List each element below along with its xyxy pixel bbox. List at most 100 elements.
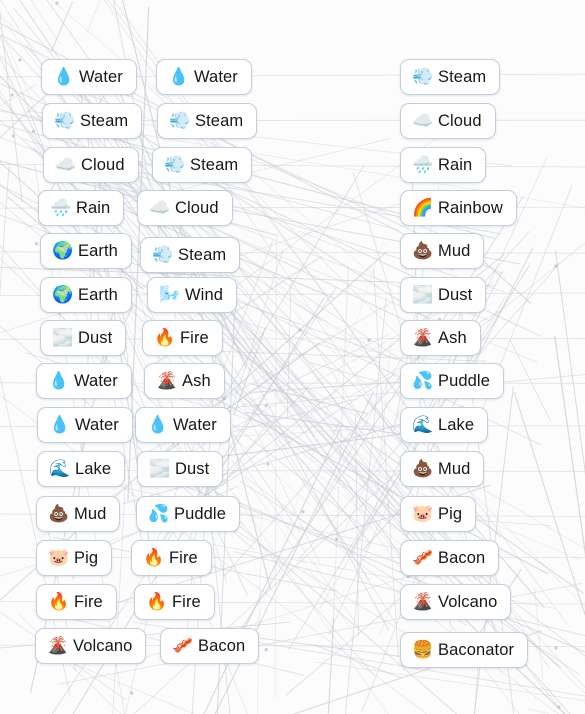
element-card-label: Volcano [438, 592, 498, 611]
element-card-cloud[interactable]: ☁️ Cloud [137, 190, 233, 226]
cloud-icon: ☁️ [412, 110, 434, 131]
element-card-steam[interactable]: 💨 Steam [152, 147, 253, 183]
element-card-label: Fire [74, 592, 103, 611]
mud-icon: 💩 [412, 240, 434, 261]
element-card-label: Dust [438, 285, 473, 304]
element-card-puddle[interactable]: 💦 Puddle [136, 496, 240, 532]
element-card-rainbow[interactable]: 🌈 Rainbow [400, 190, 517, 226]
element-card-label: Lake [75, 459, 112, 478]
element-card-label: Steam [438, 67, 487, 86]
element-card-pig[interactable]: 🐷 Pig [400, 496, 477, 532]
puddle-icon: 💦 [148, 503, 170, 524]
cloud-icon: ☁️ [55, 154, 77, 175]
element-card-dust[interactable]: 🌫️ Dust [400, 277, 487, 313]
element-card-fire[interactable]: 🔥 Fire [36, 584, 117, 620]
element-card-label: Puddle [438, 371, 490, 390]
element-card-label: Cloud [81, 155, 125, 174]
element-card-water[interactable]: 💧 Water [41, 59, 137, 95]
element-card-water[interactable]: 💧 Water [156, 59, 252, 95]
element-card-volcano[interactable]: 🌋 Volcano [35, 628, 147, 664]
element-card-label: Rain [438, 155, 473, 174]
element-card-rain[interactable]: 🌧️ Rain [38, 190, 125, 226]
element-card-label: Rain [76, 198, 111, 217]
element-card-label: Baconator [438, 640, 515, 659]
element-card-label: Bacon [198, 636, 246, 655]
element-card-label: Water [173, 415, 217, 434]
element-card-bacon[interactable]: 🥓 Bacon [400, 540, 500, 576]
element-card-mud[interactable]: 💩 Mud [36, 496, 121, 532]
fire-icon: 🔥 [48, 591, 70, 612]
element-card-puddle[interactable]: 💦 Puddle [400, 363, 504, 399]
element-card-label: Cloud [438, 111, 482, 130]
rain-cloud-icon: 🌧️ [50, 197, 72, 218]
element-card-label: Earth [78, 285, 118, 304]
volcano-icon: 🌋 [412, 327, 434, 348]
element-card-mud[interactable]: 💩 Mud [400, 233, 485, 269]
fire-icon: 🔥 [154, 327, 176, 348]
element-card-label: Pig [74, 548, 99, 567]
element-card-fire[interactable]: 🔥 Fire [142, 320, 223, 356]
volcano-icon: 🌋 [47, 635, 69, 656]
element-card-steam[interactable]: 💨 Steam [157, 103, 258, 139]
element-card-lake[interactable]: 🌊 Lake [400, 407, 489, 443]
element-card-earth[interactable]: 🌍 Earth [40, 233, 132, 269]
earth-globe-icon: 🌍 [52, 240, 74, 261]
element-card-fire[interactable]: 🔥 Fire [131, 540, 212, 576]
dust-icon: 🌫️ [149, 458, 171, 479]
element-card-dust[interactable]: 🌫️ Dust [137, 451, 224, 487]
element-card-water[interactable]: 💧 Water [135, 407, 231, 443]
water-droplet-icon: 💧 [48, 370, 70, 391]
element-card-pig[interactable]: 🐷 Pig [36, 540, 113, 576]
element-card-label: Lake [438, 415, 475, 434]
element-card-label: Water [75, 415, 119, 434]
element-card-steam[interactable]: 💨 Steam [400, 59, 501, 95]
element-card-label: Wind [185, 285, 223, 304]
element-card-ash[interactable]: 🌋 Ash [144, 363, 225, 399]
element-card-label: Steam [190, 155, 239, 174]
element-card-label: Volcano [73, 636, 133, 655]
element-card-label: Water [74, 371, 118, 390]
element-card-label: Steam [195, 111, 244, 130]
element-card-label: Fire [172, 592, 201, 611]
element-card-steam[interactable]: 💨 Steam [140, 237, 241, 273]
element-card-rain[interactable]: 🌧️ Rain [400, 147, 487, 183]
pig-face-icon: 🐷 [48, 547, 70, 568]
element-card-lake[interactable]: 🌊 Lake [37, 451, 126, 487]
fire-icon: 🔥 [143, 547, 165, 568]
element-card-label: Mud [438, 241, 471, 260]
water-droplet-icon: 💧 [147, 414, 169, 435]
element-card-bacon[interactable]: 🥓 Bacon [160, 628, 260, 664]
element-card-volcano[interactable]: 🌋 Volcano [400, 584, 512, 620]
element-card-fire[interactable]: 🔥 Fire [134, 584, 215, 620]
element-card-cloud[interactable]: ☁️ Cloud [400, 103, 496, 139]
element-card-earth[interactable]: 🌍 Earth [40, 277, 132, 313]
element-card-ash[interactable]: 🌋 Ash [400, 320, 481, 356]
water-droplet-icon: 💧 [168, 66, 190, 87]
element-card-label: Ash [182, 371, 211, 390]
element-card-baconator[interactable]: 🍔 Baconator [400, 632, 529, 668]
pig-face-icon: 🐷 [412, 503, 434, 524]
element-card-steam[interactable]: 💨 Steam [42, 103, 143, 139]
element-card-cloud[interactable]: ☁️ Cloud [43, 147, 139, 183]
element-card-label: Earth [78, 241, 118, 260]
fire-icon: 🔥 [146, 591, 168, 612]
bacon-icon: 🥓 [172, 635, 194, 656]
element-card-label: Bacon [438, 548, 486, 567]
mud-icon: 💩 [48, 503, 70, 524]
water-droplet-icon: 💧 [53, 66, 75, 87]
element-card-water[interactable]: 💧 Water [37, 407, 133, 443]
element-card-mud[interactable]: 💩 Mud [400, 451, 485, 487]
crafting-tree-canvas[interactable]: 💧 Water 💨 Steam ☁️ Cloud 🌧️ Rain 🌍 Earth 🌍 Earth 🌫️ D… [0, 0, 585, 714]
puddle-icon: 💦 [412, 370, 434, 391]
steam-icon: 💨 [54, 110, 76, 131]
bacon-icon: 🥓 [412, 547, 434, 568]
volcano-icon: 🌋 [156, 370, 178, 391]
mud-icon: 💩 [412, 458, 434, 479]
rain-cloud-icon: 🌧️ [412, 154, 434, 175]
element-card-water[interactable]: 💧 Water [36, 363, 132, 399]
water-droplet-icon: 💧 [49, 414, 71, 435]
element-card-wind[interactable]: 🌬️ Wind [147, 277, 237, 313]
element-card-dust[interactable]: 🌫️ Dust [40, 320, 127, 356]
steam-icon: 💨 [412, 66, 434, 87]
wind-icon: 🌬️ [159, 284, 181, 305]
